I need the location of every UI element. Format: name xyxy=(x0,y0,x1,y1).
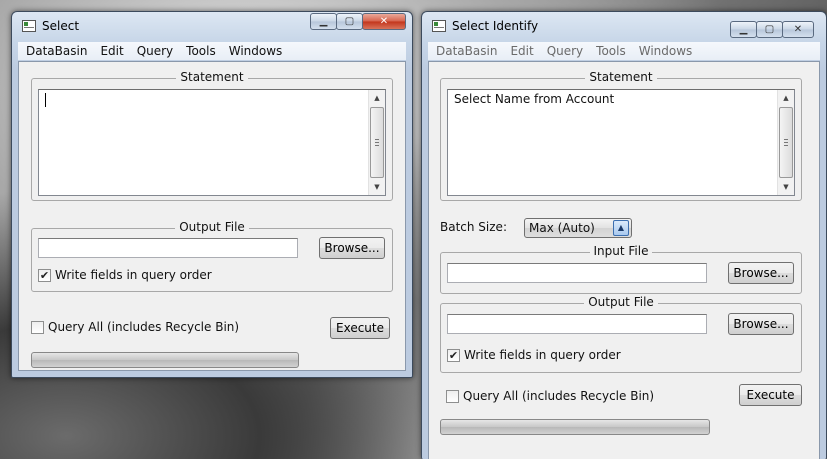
statement-label: Statement xyxy=(176,70,248,84)
menu-query[interactable]: Query xyxy=(137,44,173,58)
app-icon xyxy=(22,20,36,32)
menu-tools[interactable]: Tools xyxy=(596,44,626,58)
menu-databasin[interactable]: DataBasin xyxy=(436,44,497,58)
output-file-label: Output File xyxy=(584,295,658,309)
query-all-option[interactable]: Query All (includes Recycle Bin) xyxy=(446,389,654,403)
batch-size-select[interactable]: Max (Auto) ▲ xyxy=(524,218,632,238)
statement-group: Statement ▲ ▼ xyxy=(31,70,393,201)
statement-group: Statement Select Name from Account ▲ ▼ xyxy=(440,70,802,201)
scroll-up-icon[interactable]: ▲ xyxy=(778,90,794,106)
menu-windows[interactable]: Windows xyxy=(639,44,693,58)
close-button[interactable]: ✕ xyxy=(362,13,406,30)
write-fields-checkbox[interactable]: ✔ xyxy=(447,348,460,362)
batch-size-value: Max (Auto) xyxy=(529,221,595,235)
menu-bar: DataBasin Edit Query Tools Windows xyxy=(428,42,820,60)
scroll-thumb[interactable] xyxy=(779,107,793,178)
client-area: Statement Select Name from Account ▲ ▼ B… xyxy=(428,61,820,459)
app-icon xyxy=(432,20,446,32)
output-file-group: Output File Browse... ✔ Write fields in … xyxy=(440,295,802,373)
menu-windows[interactable]: Windows xyxy=(229,44,283,58)
query-all-label: Query All (includes Recycle Bin) xyxy=(48,320,240,334)
vertical-scrollbar[interactable]: ▲ ▼ xyxy=(777,90,794,195)
scroll-down-icon[interactable]: ▼ xyxy=(778,179,794,195)
query-all-checkbox[interactable] xyxy=(31,320,44,334)
menu-bar: DataBasin Edit Query Tools Windows xyxy=(18,42,406,60)
scroll-thumb[interactable] xyxy=(370,107,384,178)
statement-label: Statement xyxy=(585,70,657,84)
browse-output-button[interactable]: Browse... xyxy=(728,313,794,335)
dropdown-arrow-icon[interactable]: ▲ xyxy=(613,220,629,236)
close-icon: ✕ xyxy=(379,16,389,27)
maximize-button[interactable]: ▢ xyxy=(336,13,363,30)
title-bar[interactable]: Select Identify ▁ ▢ ✕ xyxy=(422,12,826,40)
query-all-checkbox[interactable] xyxy=(446,389,459,403)
maximize-icon: ▢ xyxy=(344,16,355,27)
menu-query[interactable]: Query xyxy=(547,44,583,58)
window-title: Select xyxy=(42,19,80,33)
maximize-button[interactable]: ▢ xyxy=(756,21,783,38)
vertical-scrollbar[interactable]: ▲ ▼ xyxy=(368,90,385,195)
menu-tools[interactable]: Tools xyxy=(186,44,216,58)
minimize-button[interactable]: ▁ xyxy=(310,13,337,30)
statement-textarea[interactable]: ▲ ▼ xyxy=(38,89,386,196)
minimize-button[interactable]: ▁ xyxy=(730,21,757,38)
close-icon: ✕ xyxy=(793,24,803,35)
query-all-option[interactable]: Query All (includes Recycle Bin) xyxy=(31,320,239,334)
input-file-group: Input File Browse... xyxy=(440,244,802,294)
execute-button[interactable]: Execute xyxy=(330,317,390,339)
checkmark-icon: ✔ xyxy=(448,348,459,362)
execute-button[interactable]: Execute xyxy=(739,384,802,406)
minimize-icon: ▁ xyxy=(739,24,748,35)
browse-button[interactable]: Browse... xyxy=(319,237,385,259)
menu-databasin[interactable]: DataBasin xyxy=(26,44,87,58)
output-file-input[interactable] xyxy=(447,314,707,334)
menu-edit[interactable]: Edit xyxy=(510,44,533,58)
statement-text: Select Name from Account xyxy=(454,92,615,106)
write-fields-checkbox[interactable]: ✔ xyxy=(38,268,51,282)
menu-edit[interactable]: Edit xyxy=(100,44,123,58)
maximize-icon: ▢ xyxy=(764,24,775,35)
scroll-down-icon[interactable]: ▼ xyxy=(369,179,385,195)
write-fields-label: Write fields in query order xyxy=(55,268,212,282)
checkmark-icon: ✔ xyxy=(39,268,50,282)
batch-size-label: Batch Size: xyxy=(440,220,507,234)
minimize-icon: ▁ xyxy=(319,16,328,27)
client-area: Statement ▲ ▼ Output File Browse... ✔ Wr… xyxy=(18,61,406,371)
title-bar[interactable]: Select ▁ ▢ ✕ xyxy=(12,12,412,40)
text-caret xyxy=(45,92,46,107)
select-identify-window: Select Identify ▁ ▢ ✕ DataBasin Edit Que… xyxy=(421,11,827,459)
window-title: Select Identify xyxy=(452,19,539,33)
write-fields-option[interactable]: ✔ Write fields in query order xyxy=(38,268,212,282)
output-file-label: Output File xyxy=(175,220,249,234)
statement-textarea[interactable]: Select Name from Account ▲ ▼ xyxy=(447,89,795,196)
progress-bar xyxy=(440,419,710,435)
progress-bar xyxy=(31,352,299,368)
close-button[interactable]: ✕ xyxy=(782,21,814,38)
write-fields-label: Write fields in query order xyxy=(464,348,621,362)
input-file-label: Input File xyxy=(589,244,653,258)
query-all-label: Query All (includes Recycle Bin) xyxy=(463,389,655,403)
scroll-up-icon[interactable]: ▲ xyxy=(369,90,385,106)
input-file-input[interactable] xyxy=(447,263,707,283)
browse-input-button[interactable]: Browse... xyxy=(728,262,794,284)
select-window: Select ▁ ▢ ✕ DataBasin Edit Query Tools … xyxy=(11,11,413,378)
output-file-group: Output File Browse... ✔ Write fields in … xyxy=(31,220,393,292)
output-file-input[interactable] xyxy=(38,238,298,258)
write-fields-option[interactable]: ✔ Write fields in query order xyxy=(447,348,621,362)
